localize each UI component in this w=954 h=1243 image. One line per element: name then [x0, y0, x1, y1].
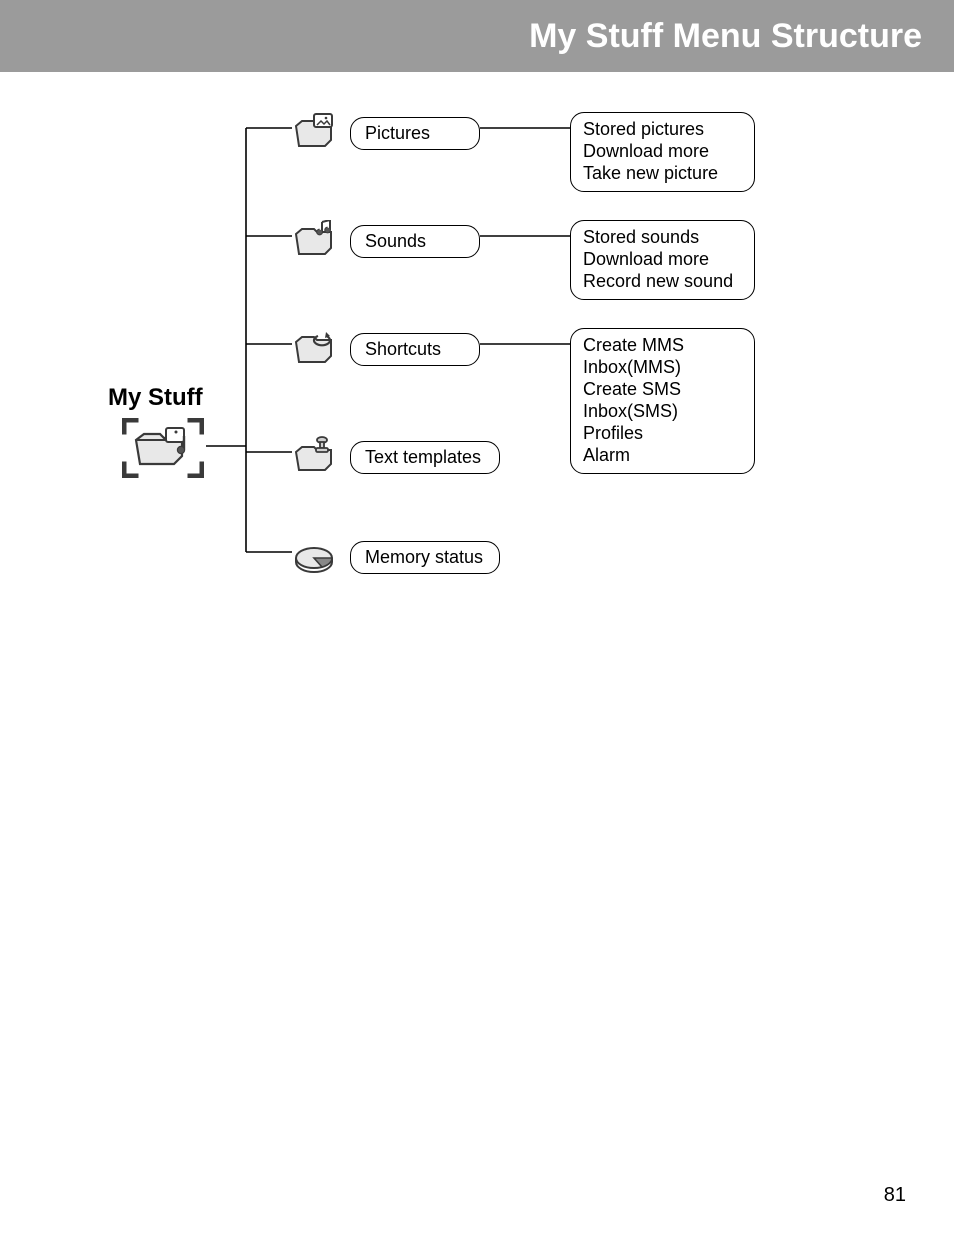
- submenu-item: Create SMS: [583, 379, 742, 401]
- submenu-item: Download more: [583, 249, 742, 271]
- submenu-item: Profiles: [583, 423, 742, 445]
- header-bar: My Stuff Menu Structure: [0, 0, 954, 72]
- submenu-item: Record new sound: [583, 271, 742, 293]
- my-stuff-icon: [122, 418, 204, 478]
- folder-music-icon: [292, 220, 340, 262]
- submenu-item: Stored sounds: [583, 227, 742, 249]
- submenu-item: Alarm: [583, 445, 742, 467]
- folder-arrow-icon: [292, 328, 340, 370]
- category-label: Shortcuts: [350, 333, 480, 366]
- category-memory-status: Memory status: [292, 536, 500, 578]
- category-pictures: Pictures: [292, 112, 480, 154]
- page-number: 81: [884, 1184, 906, 1207]
- submenu-shortcuts: Create MMS Inbox(MMS) Create SMS Inbox(S…: [570, 328, 755, 474]
- submenu-item: Stored pictures: [583, 119, 742, 141]
- category-label: Pictures: [350, 117, 480, 150]
- folder-photo-icon: [292, 112, 340, 154]
- submenu-item: Download more: [583, 141, 742, 163]
- submenu-sounds: Stored sounds Download more Record new s…: [570, 220, 755, 300]
- category-sounds: Sounds: [292, 220, 480, 262]
- menu-structure-diagram: My Stuff Pictures S: [0, 100, 954, 600]
- category-label: Memory status: [350, 541, 500, 574]
- category-label: Sounds: [350, 225, 480, 258]
- page-title: My Stuff Menu Structure: [529, 17, 922, 56]
- folder-stamp-icon: [292, 436, 340, 478]
- submenu-item: Inbox(MMS): [583, 357, 742, 379]
- submenu-item: Inbox(SMS): [583, 401, 742, 423]
- submenu-item: Take new picture: [583, 163, 742, 185]
- root-label: My Stuff: [108, 384, 203, 412]
- category-shortcuts: Shortcuts: [292, 328, 480, 370]
- pie-chart-icon: [292, 536, 340, 578]
- category-label: Text templates: [350, 441, 500, 474]
- submenu-pictures: Stored pictures Download more Take new p…: [570, 112, 755, 192]
- category-text-templates: Text templates: [292, 436, 500, 478]
- submenu-item: Create MMS: [583, 335, 742, 357]
